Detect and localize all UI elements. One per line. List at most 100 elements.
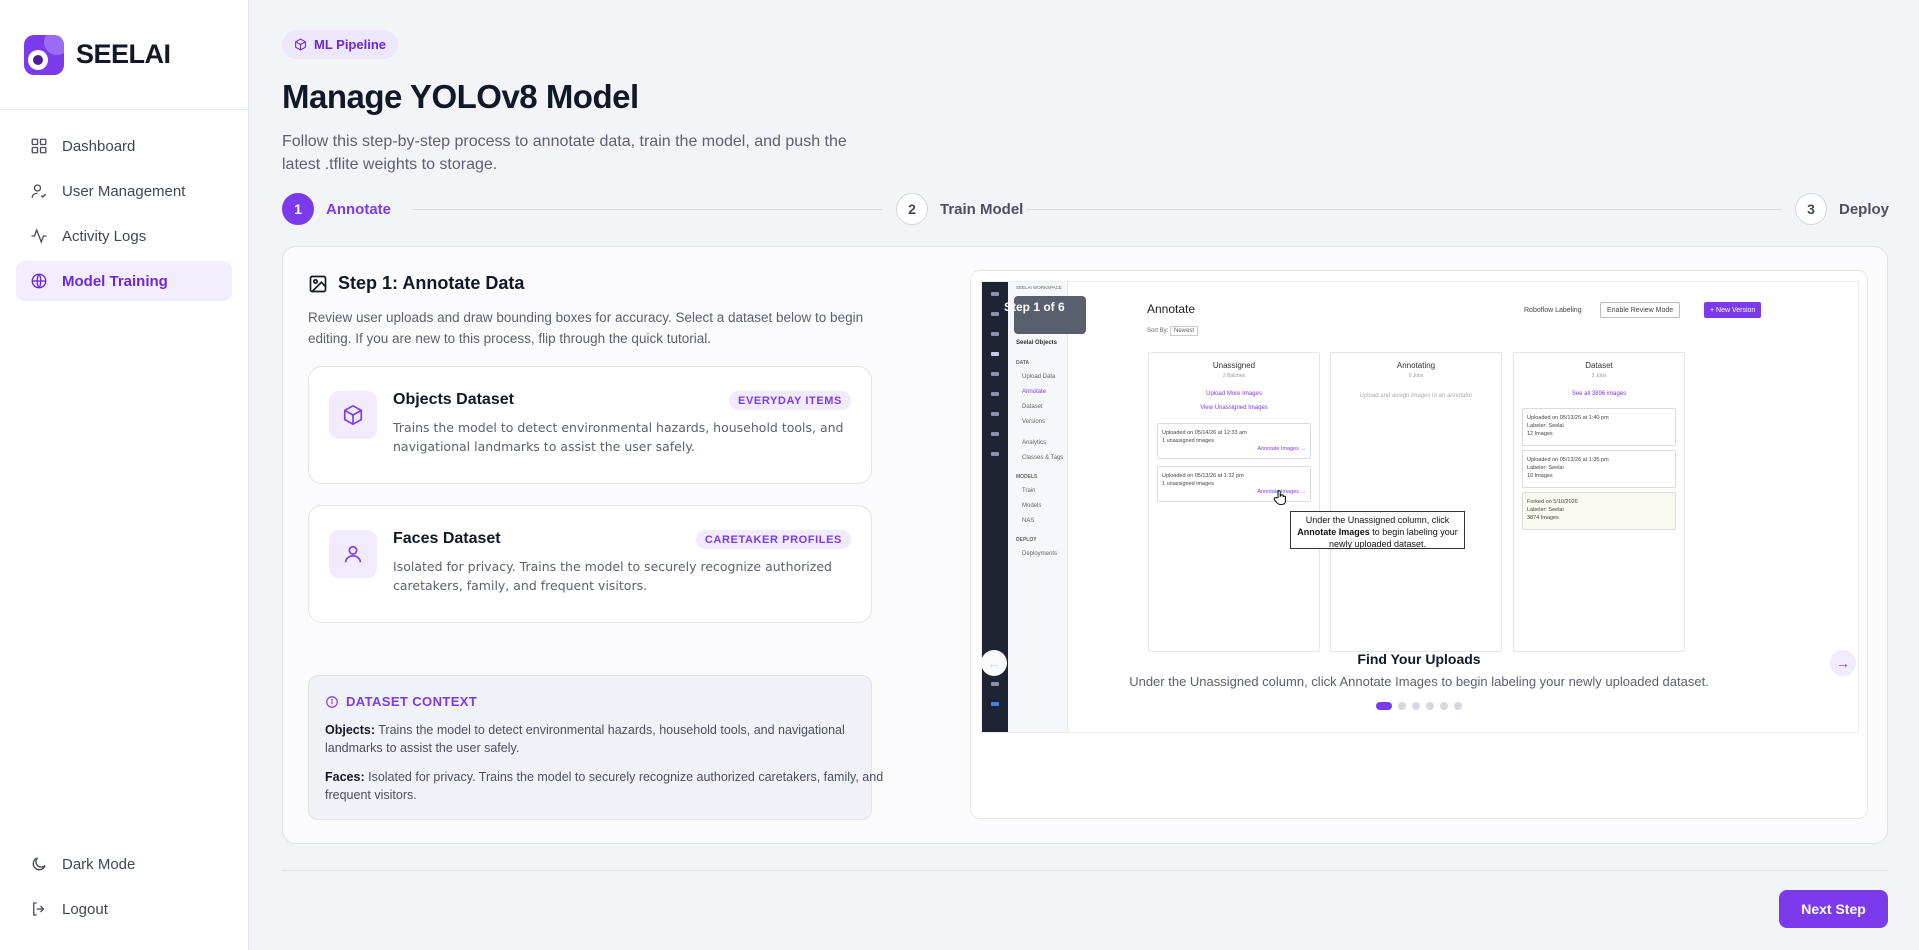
carousel-dots — [971, 702, 1867, 710]
mini-nav-models: MODELS — [1016, 474, 1038, 480]
objects-dataset-card[interactable]: Objects Dataset EVERYDAY ITEMS Trains th… — [308, 366, 872, 484]
tooltip-text: Under the Unassigned column, click — [1305, 515, 1450, 525]
carousel-dot[interactable] — [1412, 702, 1420, 710]
context-faces-label: Faces: — [325, 770, 365, 784]
mini-card-line: Uploaded on 05/14/26 at 12:33 am — [1162, 430, 1247, 436]
mini-col-title: Dataset — [1585, 361, 1613, 370]
person-icon — [344, 545, 362, 563]
sidebar: SEELAI Dashboard User Management Activit… — [0, 0, 249, 950]
step-number: 2 — [896, 193, 928, 225]
mini-column-dataset: Dataset 3 Jobs See all 3896 images Uploa… — [1513, 352, 1685, 652]
mini-card-line: Uploaded on 05/13/26 at 1:35 pm — [1527, 457, 1609, 463]
mini-view-unassigned: View Unassigned Images — [1200, 405, 1268, 411]
mini-page-title: Annotate — [1147, 302, 1196, 316]
mini-nav-item: Analytics — [1022, 440, 1047, 446]
sidebar-item-label: Dashboard — [62, 137, 136, 155]
carousel-dot[interactable] — [1454, 702, 1462, 710]
image-icon — [309, 275, 327, 292]
dataset-icon-wrap — [329, 530, 377, 578]
mini-card-line: 1 unassigned images — [1162, 438, 1214, 444]
step-connector — [1027, 209, 1782, 210]
dataset-tag: CARETAKER PROFILES — [695, 530, 851, 549]
dataset-context: DATASET CONTEXT Objects: Trains the mode… — [308, 675, 883, 820]
sidebar-item-activity-logs[interactable]: Activity Logs — [16, 216, 232, 256]
moon-icon — [32, 857, 46, 871]
section-pill: ML Pipeline — [282, 30, 398, 59]
sidebar-item-label: Activity Logs — [62, 227, 147, 245]
step-deploy[interactable]: 3 Deploy — [1795, 193, 1889, 225]
context-objects-label: Objects: — [325, 723, 376, 737]
sidebar-item-label: Model Training — [62, 272, 168, 290]
mini-card-line: Labeler: Seelai — [1527, 423, 1564, 429]
globe-icon — [31, 273, 47, 289]
step-label: Train Model — [940, 200, 1024, 218]
card-title: Step 1: Annotate Data — [308, 273, 524, 294]
card-title-text: Step 1: Annotate Data — [338, 273, 525, 293]
mini-nav-data: DATA — [1016, 360, 1030, 366]
footer-divider — [282, 870, 1888, 871]
mini-card-link: Annotate Images → — [1257, 446, 1306, 452]
dataset-name: Faces Dataset — [393, 530, 501, 547]
dataset-name: Objects Dataset — [393, 391, 514, 408]
dark-mode-label: Dark Mode — [62, 855, 136, 873]
step-annotate[interactable]: 1 Annotate — [282, 193, 391, 225]
brand-name: SEELAI — [76, 39, 171, 69]
mini-card-line: Forked on 5/10/2026 — [1527, 499, 1578, 505]
context-objects-text: Trains the model to detect environmental… — [325, 723, 845, 755]
mini-nav-item: Upload Data — [1022, 374, 1056, 380]
mini-card-line: Uploaded on 05/13/26 at 1:40 pm — [1527, 415, 1609, 421]
context-heading: DATASET CONTEXT — [325, 694, 477, 709]
dataset-description: Trains the model to detect environmental… — [393, 420, 844, 454]
carousel-dot[interactable] — [1440, 702, 1448, 710]
step-train-model[interactable]: 2 Train Model — [896, 193, 1023, 225]
sidebar-item-dashboard[interactable]: Dashboard — [16, 126, 232, 166]
tutorial-slide-description: Under the Unassigned column, click Annot… — [1129, 674, 1709, 689]
dataset-icon-wrap — [329, 391, 377, 439]
next-step-button[interactable]: Next Step — [1779, 890, 1888, 928]
mini-upload-card: Uploaded on 05/14/26 at 12:33 am 1 unass… — [1157, 423, 1311, 459]
faces-dataset-card[interactable]: Faces Dataset CARETAKER PROFILES Isolate… — [308, 505, 872, 623]
mini-nav-item: Versions — [1022, 419, 1046, 425]
mini-sort-label: Sort By: — [1147, 328, 1169, 334]
mini-dataset-card: Forked on 5/10/2026 Labeler: Seelai 3874… — [1522, 492, 1676, 530]
carousel-dot[interactable] — [1426, 702, 1434, 710]
mini-card-line: 12 Images — [1527, 431, 1553, 437]
tutorial-carousel: SEELAI WORKSPACE Seelai Objects DATA Upl… — [970, 270, 1868, 819]
mini-roboflow: Roboflow Labeling — [1524, 306, 1582, 314]
logout-button[interactable]: Logout — [16, 889, 233, 929]
mini-nav-item: Dataset — [1022, 404, 1043, 410]
mini-card-line: 3874 Images — [1527, 515, 1559, 521]
page-title: Manage YOLOv8 Model — [282, 78, 639, 115]
sidebar-item-model-training[interactable]: Model Training — [16, 261, 232, 301]
context-objects: Objects: Trains the model to detect envi… — [325, 721, 885, 757]
carousel-dot[interactable] — [1398, 702, 1406, 710]
dataset-tag: EVERYDAY ITEMS — [729, 391, 851, 410]
mini-sort-value: Newest — [1170, 326, 1199, 336]
mini-card-line: Uploaded on 05/13/26 at 1:32 pm — [1162, 473, 1244, 479]
mini-column-unassigned: Unassigned 2 Batches Upload More Images … — [1148, 352, 1320, 652]
brand[interactable]: SEELAI — [0, 0, 248, 110]
tutorial-slide-title: Find Your Uploads — [1357, 651, 1481, 667]
info-icon — [326, 695, 338, 708]
logout-label: Logout — [62, 900, 108, 918]
context-faces: Faces: Isolated for privacy. Trains the … — [325, 768, 885, 804]
sidebar-nav: Dashboard User Management Activity Logs … — [0, 110, 248, 322]
step-number: 3 — [1795, 193, 1827, 225]
sidebar-item-label: User Management — [62, 182, 186, 200]
mini-col-sub: 2 Batches — [1222, 373, 1246, 379]
main-content: ML Pipeline Manage YOLOv8 Model Follow t… — [250, 0, 1919, 950]
sidebar-item-user-management[interactable]: User Management — [16, 171, 232, 211]
carousel-dot[interactable] — [1376, 702, 1392, 710]
page-subtitle: Follow this step-by-step process to anno… — [282, 133, 847, 173]
mini-upload-more: Upload More Images — [1206, 391, 1262, 397]
mini-col-sub: 3 Jobs — [1591, 373, 1607, 379]
dark-mode-toggle[interactable]: Dark Mode — [16, 844, 233, 884]
step-label: Deploy — [1839, 200, 1890, 218]
context-heading-text: DATASET CONTEXT — [346, 694, 478, 709]
step-number: 1 — [282, 193, 314, 225]
mini-card-line: Labeler: Seelai — [1527, 465, 1564, 471]
mini-nav-item: NAS — [1022, 518, 1035, 524]
card-description: Review user uploads and draw bounding bo… — [308, 310, 864, 346]
mini-nav-item: Models — [1022, 503, 1042, 509]
grid-icon — [31, 138, 47, 154]
